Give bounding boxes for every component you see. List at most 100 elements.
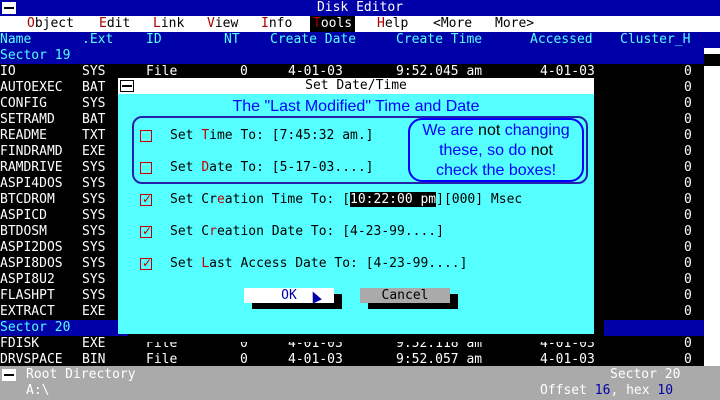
cell-name: RAMDRIVE bbox=[0, 160, 63, 175]
cell-cl: 0 bbox=[684, 160, 692, 175]
cell-name: FINDRAMD bbox=[0, 144, 63, 159]
col-id[interactable]: ID bbox=[146, 32, 162, 48]
col-create-date[interactable]: Create Date bbox=[270, 32, 356, 48]
cell-cl: 0 bbox=[684, 288, 692, 303]
cell-cl: 0 bbox=[684, 304, 692, 319]
cell-ext: EXE bbox=[82, 304, 106, 319]
table-row[interactable]: FDISK EXE File 0 4-01-03 9:52.118 am 4-01-03 0 bbox=[0, 336, 720, 352]
sector-label: Sector 20 bbox=[0, 320, 71, 335]
col-create-time[interactable]: Create Time bbox=[396, 32, 482, 48]
set-time-field[interactable]: [7:45:32 am.] bbox=[272, 128, 374, 143]
cell-cl: 0 bbox=[684, 240, 692, 255]
cell-nt: 0 bbox=[240, 336, 248, 351]
set-date-field[interactable]: [5-17-03....] bbox=[272, 160, 374, 175]
menu-bar: Object Edit Link View Info Tools Help <M… bbox=[0, 16, 720, 32]
set-creation-time-checkbox[interactable] bbox=[140, 191, 152, 207]
cell-cl: 0 bbox=[684, 256, 692, 271]
vertical-scrollbar[interactable] bbox=[704, 48, 720, 366]
app-title: Disk Editor bbox=[316, 0, 404, 15]
cell-ext: EXE bbox=[82, 336, 106, 351]
cell-ext: TXT bbox=[82, 128, 106, 143]
cell-name: FDISK bbox=[0, 336, 40, 351]
cell-cl: 0 bbox=[684, 208, 692, 223]
col-ext[interactable]: .Ext bbox=[82, 32, 113, 48]
menu-help[interactable]: Help bbox=[374, 16, 411, 32]
column-header-row: Name .Ext ID NT Create Date Create Time … bbox=[0, 32, 720, 48]
col-name[interactable]: Name bbox=[0, 32, 31, 48]
set-creation-date-checkbox[interactable] bbox=[140, 223, 152, 239]
cell-ext: SYS bbox=[82, 256, 106, 271]
sector-indicator: Sector 20 bbox=[610, 367, 681, 382]
cell-cl: 0 bbox=[684, 144, 692, 159]
set-time-checkbox[interactable] bbox=[140, 130, 152, 142]
annotation-note: We are not changing these, so do not che… bbox=[408, 118, 584, 182]
cell-cl: 0 bbox=[684, 96, 692, 111]
status-system-icon[interactable] bbox=[2, 369, 16, 381]
menu-link[interactable]: Link bbox=[150, 16, 187, 32]
menu-more-right[interactable]: More> bbox=[492, 16, 537, 32]
cell-name: EXTRACT bbox=[0, 304, 55, 319]
cell-cdate: 4-01-03 bbox=[288, 336, 343, 351]
set-creation-date-option[interactable]: Set Creation Date To: [4-23-99....] bbox=[140, 223, 444, 240]
set-creation-date-label: Set Creation Date To: [4-23-99....] bbox=[170, 224, 444, 239]
cell-ext: SYS bbox=[82, 240, 106, 255]
creation-date-field[interactable]: [4-23-99....] bbox=[342, 224, 444, 239]
cell-ext: BAT bbox=[82, 80, 106, 95]
cell-ext: SYS bbox=[82, 288, 106, 303]
object-path: A:\ bbox=[26, 383, 50, 398]
cell-name: CONFIG bbox=[0, 96, 47, 111]
cell-name: BTDOSM bbox=[0, 224, 47, 239]
cell-cl: 0 bbox=[684, 224, 692, 239]
cell-cl: 0 bbox=[684, 80, 692, 95]
set-date-option[interactable]: Set Date To: [5-17-03....] bbox=[140, 160, 374, 176]
menu-edit[interactable]: Edit bbox=[96, 16, 133, 32]
system-menu-icon[interactable] bbox=[2, 2, 16, 14]
cell-ext: SYS bbox=[82, 176, 106, 191]
cell-ext: SYS bbox=[82, 160, 106, 175]
cell-ext: SYS bbox=[82, 64, 106, 79]
col-accessed[interactable]: Accessed bbox=[530, 32, 593, 48]
cell-name: ASPI8DOS bbox=[0, 256, 63, 271]
set-last-access-date-option[interactable]: Set Last Access Date To: [4-23-99....] bbox=[140, 255, 467, 272]
offset-indicator: Offset 16, hex 10 bbox=[540, 383, 674, 398]
menu-more-left[interactable]: <More bbox=[430, 16, 475, 32]
set-time-option[interactable]: Set Time To: [7:45:32 am.] bbox=[140, 128, 374, 144]
dialog-heading: The "Last Modified" Time and Date bbox=[232, 98, 480, 115]
cell-cl: 0 bbox=[684, 112, 692, 127]
dialog-system-menu-icon[interactable] bbox=[120, 80, 134, 92]
sector-header: Sector 19 bbox=[0, 48, 720, 64]
set-creation-time-label: Set Creation Time To: [10:22:00 pm][000]… bbox=[170, 192, 523, 207]
cell-cl: 0 bbox=[684, 64, 692, 79]
menu-tools[interactable]: Tools bbox=[310, 16, 356, 32]
cell-ext: SYS bbox=[82, 96, 106, 111]
menu-info[interactable]: Info bbox=[258, 16, 295, 32]
cell-ext: SYS bbox=[82, 272, 106, 287]
set-creation-time-option[interactable]: Set Creation Time To: [10:22:00 pm][000]… bbox=[140, 191, 522, 208]
object-name: Root Directory bbox=[26, 367, 136, 382]
cell-cl: 0 bbox=[684, 192, 692, 207]
cell-cl: 0 bbox=[684, 128, 692, 143]
last-access-date-field[interactable]: [4-23-99....] bbox=[366, 256, 468, 271]
cell-name: ASPI2DOS bbox=[0, 240, 63, 255]
set-date-checkbox[interactable] bbox=[140, 162, 152, 174]
cell-name: IO bbox=[0, 64, 16, 79]
cell-cl: 0 bbox=[684, 176, 692, 191]
dialog-title-bar: Set Date/Time bbox=[118, 78, 594, 94]
set-last-access-date-checkbox[interactable] bbox=[140, 255, 152, 271]
status-bar: Root Directory A:\ Sector 20 Offset 16, … bbox=[0, 366, 720, 400]
scrollbar-thumb[interactable] bbox=[704, 54, 720, 66]
cell-ext: BAT bbox=[82, 112, 106, 127]
cell-cl: 0 bbox=[684, 336, 692, 351]
creation-time-field[interactable]: 10:22:00 pm bbox=[350, 192, 437, 207]
cell-name: ASPICD bbox=[0, 208, 47, 223]
menu-object[interactable]: Object bbox=[24, 16, 77, 32]
col-cluster[interactable]: Cluster_H bbox=[620, 32, 690, 48]
cell-id: File bbox=[146, 336, 178, 351]
col-nt[interactable]: NT bbox=[224, 32, 240, 48]
cancel-button[interactable]: Cancel bbox=[360, 288, 450, 303]
menu-view[interactable]: View bbox=[204, 16, 241, 32]
cell-ext: EXE bbox=[82, 144, 106, 159]
cell-name: README bbox=[0, 128, 47, 143]
cell-ctime: 9:52.118 am bbox=[396, 336, 483, 351]
cell-name: SETRAMD bbox=[0, 112, 55, 127]
